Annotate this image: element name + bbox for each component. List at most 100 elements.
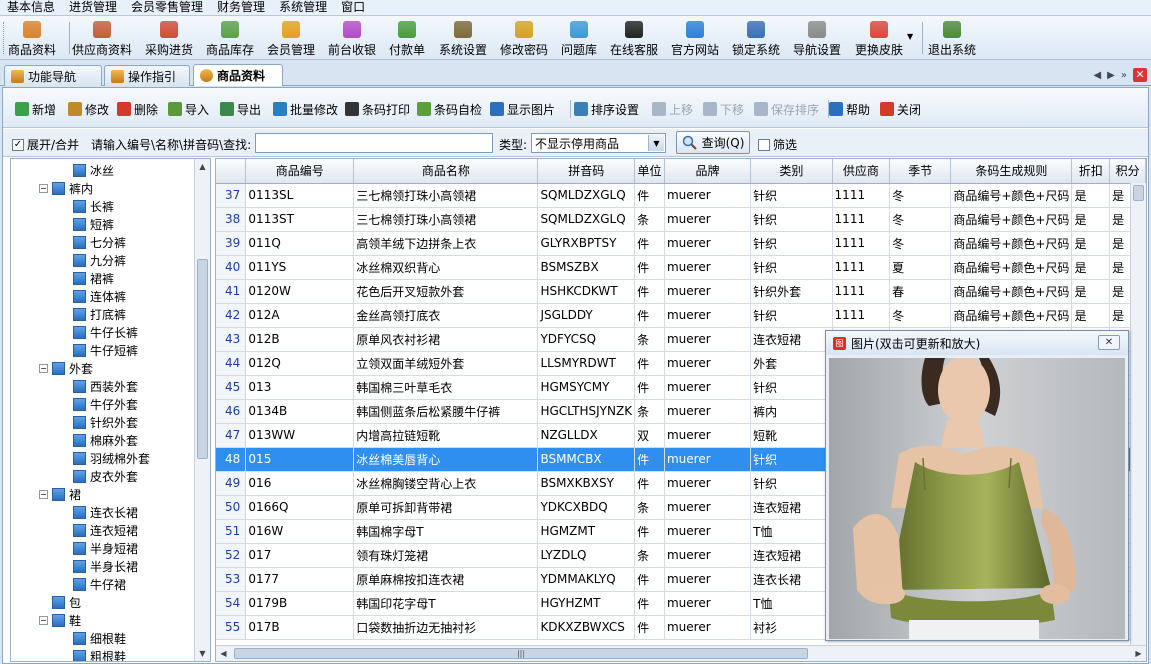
table-cell[interactable]: 0177 (245, 567, 355, 592)
table-cell[interactable]: 件 (634, 471, 665, 496)
row-number[interactable]: 48 (216, 447, 247, 472)
collapse-icon[interactable]: − (39, 615, 48, 625)
table-cell[interactable]: muerer (664, 351, 752, 376)
table-row[interactable]: 42 012A 金丝高领打底衣 JSGLDDY 件 muerer 针织 1111 冬商品编号+颜… (216, 303, 1146, 328)
table-cell[interactable]: 针织 (750, 447, 833, 472)
table-cell[interactable]: 商品编号+颜色+尺码 (950, 279, 1073, 304)
tree-node[interactable]: − 裤内 (39, 179, 93, 197)
table-cell[interactable]: 针织 (750, 375, 833, 400)
filter-checkbox[interactable]: 筛选 (758, 136, 797, 153)
table-cell[interactable]: 立领双面羊绒短外套 (353, 351, 539, 376)
collapse-icon[interactable]: − (39, 489, 48, 499)
row-number[interactable]: 43 (216, 327, 247, 352)
close-tab-icon[interactable]: ✕ (1133, 68, 1147, 82)
tree-node[interactable]: 牛仔裙 (73, 575, 126, 593)
tree-node[interactable]: 粗根鞋 (73, 647, 126, 661)
row-number[interactable]: 50 (216, 495, 247, 520)
table-cell[interactable]: 件 (634, 255, 665, 280)
table-cell[interactable]: muerer (664, 471, 752, 496)
table-cell[interactable]: 韩国棉三叶草毛衣 (353, 375, 539, 400)
table-cell[interactable]: YDKCXBDQ (537, 495, 636, 520)
tree-node[interactable]: 针织外套 (73, 413, 138, 431)
table-cell[interactable]: 011YS (245, 255, 355, 280)
table-cell[interactable]: 韩国印花字母T (353, 591, 539, 616)
table-cell[interactable]: 三七棉领打珠小高领裙 (353, 183, 539, 208)
table-row[interactable]: 39 011Q 高领羊绒下边拼条上衣 GLYRXBPTSY 件 muerer 针织 1111 冬… (216, 231, 1146, 256)
toolbar-button-1[interactable]: 供应商资料 (72, 19, 132, 58)
tree-node[interactable]: 牛仔外套 (73, 395, 138, 413)
tree-node[interactable]: 细根鞋 (73, 629, 126, 647)
toolbar-button-8[interactable]: 修改密码 (500, 19, 548, 58)
table-cell[interactable]: 连衣短裙 (750, 543, 833, 568)
table-cell[interactable]: 商品编号+颜色+尺码 (950, 231, 1073, 256)
table-cell[interactable]: 针织 (750, 471, 833, 496)
table-cell[interactable]: 针织 (750, 231, 833, 256)
table-cell[interactable]: muerer (664, 399, 752, 424)
tab-list-icon[interactable]: » (1121, 70, 1127, 81)
column-header[interactable]: 条码生成规则 (950, 159, 1073, 184)
column-header[interactable]: 季节 (889, 159, 952, 184)
table-cell[interactable]: muerer (664, 567, 752, 592)
table-cell[interactable]: 017 (245, 543, 355, 568)
row-number[interactable]: 47 (216, 423, 247, 448)
table-cell[interactable]: LLSMYRDWT (537, 351, 636, 376)
table-cell[interactable]: muerer (664, 615, 752, 640)
table-cell[interactable]: 011Q (245, 231, 355, 256)
scroll-thumb[interactable] (197, 259, 208, 459)
column-header[interactable]: 单位 (634, 159, 665, 184)
table-cell[interactable]: muerer (664, 543, 752, 568)
action-button-2[interactable]: 删除 (117, 100, 158, 118)
tree-node[interactable]: 七分裤 (73, 233, 126, 251)
table-cell[interactable]: 件 (634, 375, 665, 400)
toolbar-button-12[interactable]: 锁定系统 (732, 19, 780, 58)
menu-item-4[interactable]: 系统管理 (272, 0, 334, 15)
table-cell[interactable]: muerer (664, 375, 752, 400)
type-select[interactable]: 不显示停用商品 ▼ (531, 133, 666, 153)
table-cell[interactable]: 花色后开叉短款外套 (353, 279, 539, 304)
table-cell[interactable]: 0179B (245, 591, 355, 616)
table-cell[interactable]: 件 (634, 615, 665, 640)
table-cell[interactable]: muerer (664, 303, 752, 328)
tree-node[interactable]: − 外套 (39, 359, 93, 377)
row-number[interactable]: 49 (216, 471, 247, 496)
table-cell[interactable]: 外套 (750, 351, 833, 376)
table-cell[interactable]: BSMXKBXSY (537, 471, 636, 496)
menu-item-1[interactable]: 进货管理 (62, 0, 124, 15)
table-cell[interactable]: 件 (634, 231, 665, 256)
table-cell[interactable]: 原单风衣衬衫裙 (353, 327, 539, 352)
table-cell[interactable]: JSGLDDY (537, 303, 636, 328)
tree-node[interactable]: 半身短裙 (73, 539, 138, 557)
toolbar-button-10[interactable]: 在线客服 (610, 19, 658, 58)
column-header[interactable]: 拼音码 (537, 159, 636, 184)
toolbar-button-14[interactable]: 更换皮肤 (855, 19, 903, 58)
menu-item-5[interactable]: 窗口 (334, 0, 372, 15)
toolbar-button-15[interactable]: 退出系统 (928, 19, 976, 58)
action-button-6[interactable]: 条码打印 (345, 100, 410, 118)
table-cell[interactable]: 连衣长裙 (750, 567, 833, 592)
table-cell[interactable]: 0166Q (245, 495, 355, 520)
table-cell[interactable]: 冬 (889, 303, 952, 328)
table-cell[interactable]: 商品编号+颜色+尺码 (950, 255, 1073, 280)
toolbar-button-0[interactable]: 商品资料 (8, 19, 56, 58)
row-number[interactable]: 45 (216, 375, 247, 400)
scroll-left-icon[interactable]: ◀ (216, 646, 231, 661)
table-cell[interactable]: 口袋数抽折边无抽衬衫 (353, 615, 539, 640)
table-cell[interactable]: 针织 (750, 303, 833, 328)
table-cell[interactable]: 012A (245, 303, 355, 328)
tab-next-icon[interactable]: ▶ (1107, 70, 1115, 81)
grid-vertical-scrollbar[interactable] (1130, 183, 1146, 645)
scroll-thumb[interactable] (1133, 185, 1144, 201)
tree-node[interactable]: 皮衣外套 (73, 467, 138, 485)
column-header[interactable]: 商品编号 (245, 159, 355, 184)
table-cell[interactable]: 冰丝棉胸镂空背心上衣 (353, 471, 539, 496)
chevron-down-icon[interactable]: ▼ (648, 135, 664, 151)
tree-node[interactable]: 裙裤 (73, 269, 114, 287)
table-cell[interactable]: GLYRXBPTSY (537, 231, 636, 256)
table-cell[interactable]: YDFYCSQ (537, 327, 636, 352)
collapse-icon[interactable]: − (39, 183, 48, 193)
table-cell[interactable]: T恤 (750, 519, 833, 544)
table-cell[interactable]: 016 (245, 471, 355, 496)
table-cell[interactable]: 条 (634, 543, 665, 568)
action-button-9[interactable]: 排序设置 (574, 100, 639, 118)
menu-item-2[interactable]: 会员零售管理 (124, 0, 210, 15)
